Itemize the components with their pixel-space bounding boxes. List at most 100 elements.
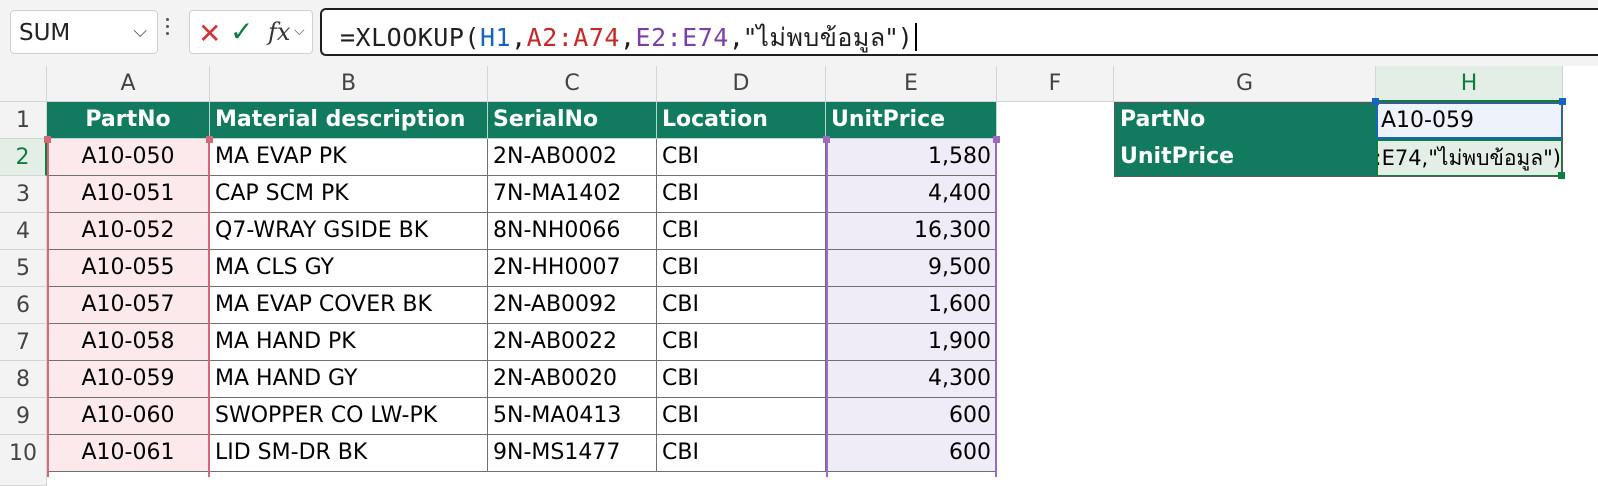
range-handle[interactable] (823, 136, 830, 143)
table-cell-description[interactable]: MA HAND PK (210, 324, 488, 361)
table-cell-unitprice[interactable]: 9,500 (826, 250, 997, 287)
table-cell-description[interactable]: CAP SCM PK (210, 176, 488, 213)
table-cell-location[interactable]: CBI (657, 361, 826, 398)
table-cell-serialno[interactable]: 2N-AB0002 (488, 139, 657, 176)
chevron-down-icon[interactable]: ⌵ (294, 23, 305, 39)
row-header-8[interactable]: 8 (0, 361, 47, 398)
name-box[interactable]: SUM ⌵ (10, 10, 158, 54)
table-cell-description[interactable]: MA EVAP COVER BK (210, 287, 488, 324)
table-cell-description[interactable]: MA EVAP PK (210, 139, 488, 176)
select-all-corner[interactable] (0, 66, 47, 102)
table-cell-description[interactable]: SWOPPER CO LW-PK (210, 398, 488, 435)
formula-string-arg: "ไม่พบข้อมูล" (744, 23, 898, 52)
range-handle[interactable] (1372, 98, 1379, 105)
formula-separator: , (728, 23, 745, 52)
table-cell-location[interactable]: CBI (657, 435, 826, 472)
table-cell-serialno[interactable]: 9N-MS1477 (488, 435, 657, 472)
row-header-4[interactable]: 4 (0, 213, 47, 250)
formula-input[interactable]: =XLOOKUP(H1,A2:A74,E2:E74,"ไม่พบข้อมูล") (320, 8, 1598, 56)
table-cell-description[interactable]: Q7-WRAY GSIDE BK (210, 213, 488, 250)
table-cell-unitprice[interactable]: 1,900 (826, 324, 997, 361)
cancel-icon[interactable]: ✕ (198, 17, 221, 50)
table-cell-unitprice[interactable]: 600 (826, 435, 997, 472)
more-options-icon[interactable] (166, 18, 170, 40)
enter-check-icon[interactable]: ✓ (230, 15, 253, 48)
table-cell-partno[interactable]: A10-059 (47, 361, 210, 398)
range-handle[interactable] (993, 136, 1000, 143)
table-cell-location[interactable]: CBI (657, 324, 826, 361)
formula-function: =XLOOKUP( (340, 23, 480, 52)
row-header-10[interactable]: 10 (0, 435, 47, 486)
table-cell-unitprice[interactable]: 4,300 (826, 361, 997, 398)
lookup-value-partno-cell[interactable]: A10-059 (1376, 102, 1563, 139)
table-cell-unitprice[interactable]: 16,300 (826, 213, 997, 250)
table-cell-serialno[interactable]: 2N-AB0020 (488, 361, 657, 398)
chevron-down-icon[interactable]: ⌵ (133, 21, 147, 42)
table-cell-unitprice[interactable]: 1,580 (826, 139, 997, 176)
row-header-3[interactable]: 3 (0, 176, 47, 213)
table-cell-location[interactable]: CBI (657, 250, 826, 287)
header-serialno[interactable]: SerialNo (488, 102, 657, 139)
table-cell-unitprice[interactable]: 600 (826, 398, 997, 435)
table-cell-partno[interactable]: A10-051 (47, 176, 210, 213)
column-header-f[interactable]: F (997, 66, 1114, 102)
table-cell-serialno[interactable]: 2N-HH0007 (488, 250, 657, 287)
table-cell-location[interactable]: CBI (657, 213, 826, 250)
column-header-d[interactable]: D (657, 66, 826, 102)
column-header-b[interactable]: B (210, 66, 488, 102)
row-header-5[interactable]: 5 (0, 250, 47, 287)
formula-separator: , (619, 23, 636, 52)
name-box-value: SUM (19, 20, 71, 46)
table-cell-unitprice[interactable]: 1,600 (826, 287, 997, 324)
row-header-1[interactable]: 1 (0, 102, 47, 139)
row-header-6[interactable]: 6 (0, 287, 47, 324)
table-cell-location[interactable]: CBI (657, 287, 826, 324)
fill-handle[interactable] (1558, 172, 1565, 179)
column-header-g[interactable]: G (1114, 66, 1376, 102)
table-cell-partno[interactable]: A10-057 (47, 287, 210, 324)
formula-close-paren: ) (897, 23, 914, 52)
table-cell-serialno[interactable]: 5N-MA0413 (488, 398, 657, 435)
table-cell-location[interactable]: CBI (657, 176, 826, 213)
column-header-e[interactable]: E (826, 66, 997, 102)
table-cell-serialno[interactable]: 2N-AB0092 (488, 287, 657, 324)
editing-formula-tail: E2:E74,"ไม่พบข้อมูล") (1376, 146, 1561, 170)
column-header-c[interactable]: C (488, 66, 657, 102)
range-handle[interactable] (206, 136, 213, 143)
table-cell-serialno[interactable]: 8N-NH0066 (488, 213, 657, 250)
formula-ref-e: E2:E74 (635, 23, 729, 52)
table-cell-serialno[interactable]: 2N-AB0022 (488, 324, 657, 361)
table-cell-unitprice[interactable]: 4,400 (826, 176, 997, 213)
lookup-label-partno[interactable]: PartNo (1114, 102, 1376, 139)
header-partno[interactable]: PartNo (47, 102, 210, 139)
table-cell-location[interactable]: CBI (657, 139, 826, 176)
formula-separator: , (511, 23, 527, 52)
header-unitprice[interactable]: UnitPrice (826, 102, 997, 139)
table-cell-location[interactable]: CBI (657, 398, 826, 435)
formula-ref-a: A2:A74 (526, 23, 620, 52)
table-cell-partno[interactable]: A10-058 (47, 324, 210, 361)
text-caret (915, 23, 918, 51)
lookup-label-unitprice[interactable]: UnitPrice (1114, 139, 1376, 177)
table-cell-description[interactable]: MA HAND GY (210, 361, 488, 398)
table-cell-partno[interactable]: A10-060 (47, 398, 210, 435)
header-material-description[interactable]: Material description (210, 102, 488, 139)
table-cell-partno[interactable]: A10-061 (47, 435, 210, 472)
row-header-9[interactable]: 9 (0, 398, 47, 435)
insert-function-icon[interactable]: fx (268, 18, 290, 46)
table-cell-description[interactable]: MA CLS GY (210, 250, 488, 287)
table-cell-serialno[interactable]: 7N-MA1402 (488, 176, 657, 213)
column-header-h[interactable]: H (1376, 66, 1563, 102)
range-handle[interactable] (44, 136, 51, 143)
table-cell-partno[interactable]: A10-055 (47, 250, 210, 287)
column-header-a[interactable]: A (47, 66, 210, 102)
range-handle[interactable] (1559, 98, 1566, 105)
active-editing-cell-h2[interactable]: E2:E74,"ไม่พบข้อมูล") (1376, 139, 1563, 177)
formula-bar-area: SUM ⌵ ✕ ✓ fx ⌵ =XLOOKUP(H1,A2:A74,E2:E74… (0, 0, 1598, 66)
table-cell-partno[interactable]: A10-052 (47, 213, 210, 250)
header-location[interactable]: Location (657, 102, 826, 139)
table-cell-partno[interactable]: A10-050 (47, 139, 210, 176)
row-header-2[interactable]: 2 (0, 139, 47, 176)
table-cell-description[interactable]: LID SM-DR BK (210, 435, 488, 472)
row-header-7[interactable]: 7 (0, 324, 47, 361)
